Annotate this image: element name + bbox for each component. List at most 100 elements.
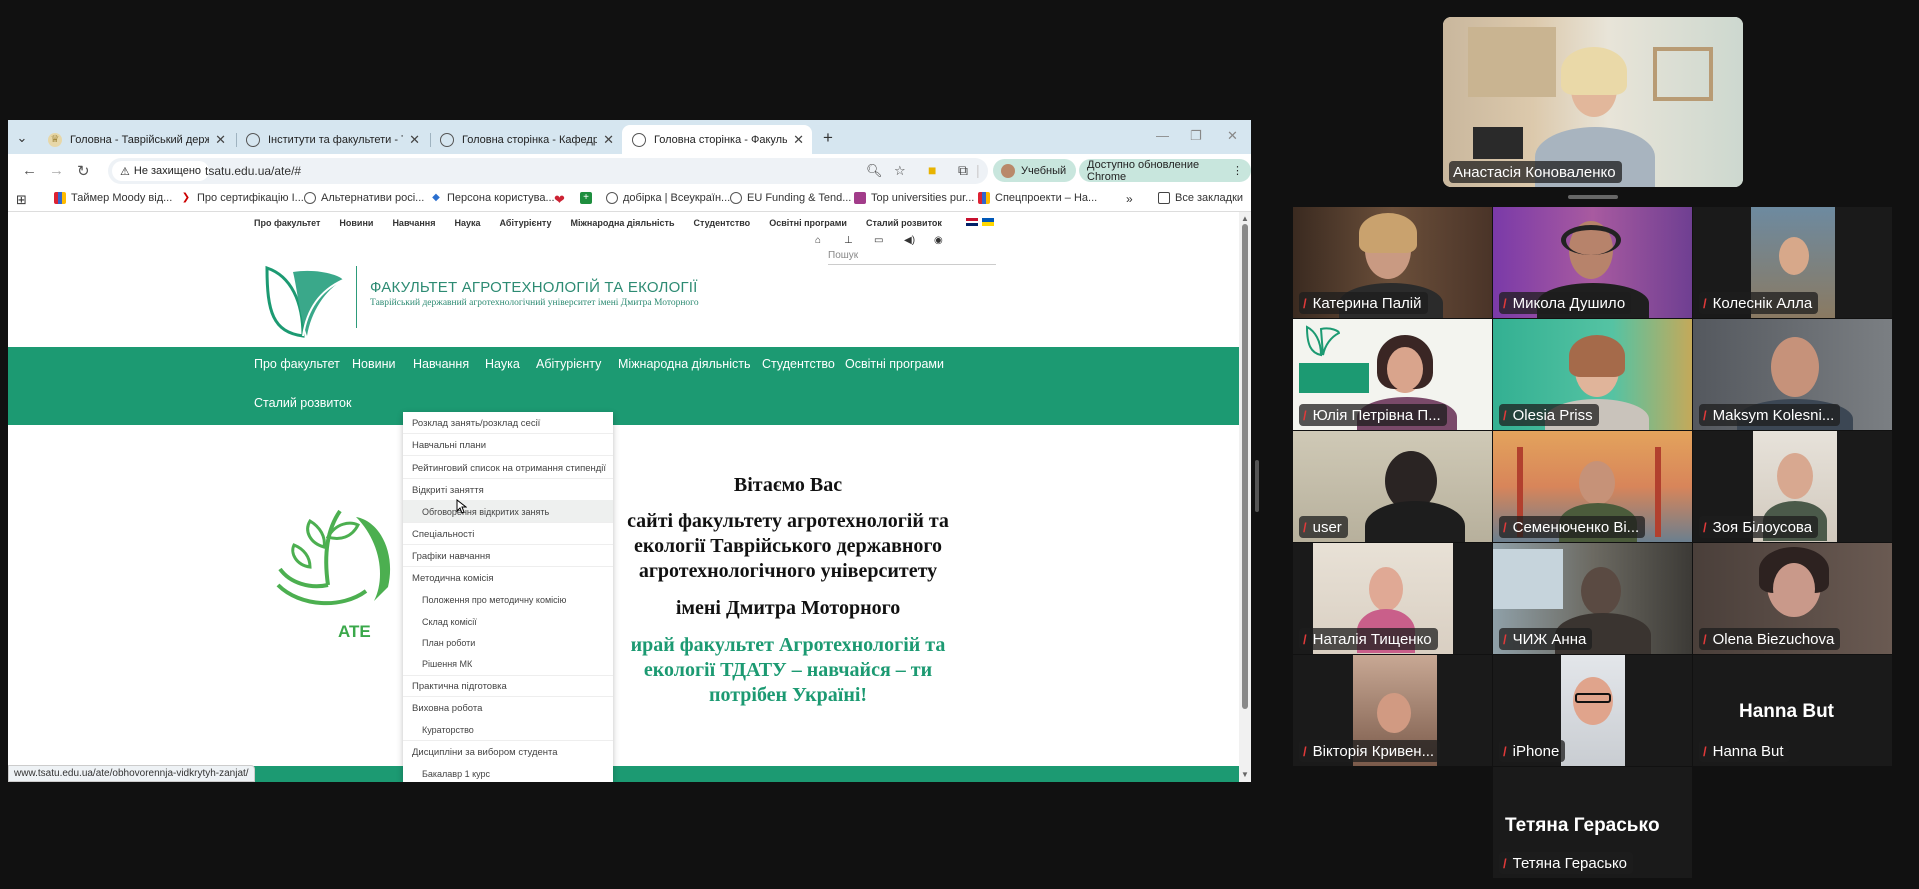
extensions-puzzle-icon[interactable]: ⧉ <box>958 162 968 179</box>
top-nav-item[interactable]: Навчання <box>392 218 435 228</box>
main-nav-item[interactable]: Про факультет <box>254 357 340 371</box>
main-nav-item[interactable]: Абітурієнту <box>536 357 601 371</box>
new-tab-icon[interactable]: + <box>818 128 838 148</box>
participant-tile[interactable]: / Катерина Палій <box>1293 207 1492 318</box>
bookmark-item[interactable]: Top universities pur... <box>854 192 974 204</box>
scroll-up-icon[interactable]: ▲ <box>1241 214 1249 223</box>
eye-icon[interactable]: ◉ <box>934 235 943 246</box>
zoom-icon[interactable]: 🔍︎ <box>866 163 883 179</box>
main-nav-item[interactable]: Наука <box>485 357 520 371</box>
dropdown-subitem[interactable]: Бакалавр 1 курс <box>422 769 490 779</box>
participant-tile[interactable]: / ЧИЖ Анна <box>1493 543 1692 654</box>
participant-tile[interactable]: / Вікторія Кривен... <box>1293 655 1492 766</box>
dropdown-item[interactable]: Спеціальності <box>412 529 474 540</box>
bookmark-item[interactable]: Альтернативи росі... <box>304 192 424 204</box>
browser-tab[interactable]: Інститути та факультети - Тавр ✕ <box>236 125 428 154</box>
bookmark-star-icon[interactable]: ☆ <box>894 163 906 179</box>
browser-tab-active[interactable]: Головна сторінка - Факульте ✕ <box>622 125 812 154</box>
close-tab-icon[interactable]: ✕ <box>215 132 226 148</box>
main-nav-item[interactable]: Сталий розвиток <box>254 396 351 410</box>
close-tab-icon[interactable]: ✕ <box>793 132 804 148</box>
top-nav-item[interactable]: Міжнародна діяльність <box>571 218 675 228</box>
dropdown-item[interactable]: Навчальні плани <box>412 440 486 451</box>
scroll-thumb[interactable] <box>1242 224 1248 709</box>
dropdown-subitem[interactable]: Рішення МК <box>422 659 472 669</box>
ukrainian-flag-icon[interactable] <box>982 218 994 226</box>
participant-tile[interactable]: / Юлія Петрівна П... <box>1293 319 1492 430</box>
english-flag-icon[interactable] <box>966 218 978 226</box>
bookmark-item[interactable]: ❯ Про сертифікацію І... <box>180 192 304 204</box>
minimize-icon[interactable]: — <box>1156 128 1169 143</box>
dropdown-subitem[interactable]: Склад комісії <box>422 617 477 627</box>
dropdown-item[interactable]: Розклад занять/розклад сесії <box>412 418 540 429</box>
dropdown-item[interactable]: Рейтинговий список на отримання стипенді… <box>412 463 606 474</box>
top-nav-item[interactable]: Сталий розвиток <box>866 218 942 228</box>
update-chrome-button[interactable]: Доступно обновление Chrome ⋮ <box>1079 159 1251 183</box>
scroll-down-icon[interactable]: ▼ <box>1241 770 1249 779</box>
participant-tile[interactable]: / Наталія Тищенко <box>1293 543 1492 654</box>
top-nav-item[interactable]: Про факультет <box>254 218 320 228</box>
close-window-icon[interactable]: ✕ <box>1227 128 1238 144</box>
participant-tile[interactable]: / Olesia Priss <box>1493 319 1692 430</box>
participant-tile[interactable]: / iPhone <box>1493 655 1692 766</box>
main-nav-item[interactable]: Міжнародна діяльність <box>618 357 750 371</box>
resize-grip[interactable] <box>1568 195 1618 199</box>
page-scrollbar[interactable]: ▲ ▼ <box>1239 212 1251 782</box>
close-tab-icon[interactable]: ✕ <box>603 132 614 148</box>
participant-tile[interactable]: / Зоя Білоусова <box>1693 431 1892 542</box>
sitemap-icon[interactable]: ⊥ <box>844 235 853 246</box>
profile-button[interactable]: Учебный <box>993 159 1077 182</box>
bookmark-item[interactable]: Таймер Moody від... <box>54 192 172 204</box>
main-nav-item-active[interactable]: Навчання <box>413 357 469 371</box>
main-nav-item[interactable]: Студентство <box>762 357 835 371</box>
dropdown-item[interactable]: Методична комісія <box>412 573 493 584</box>
browser-tab[interactable]: ♕ Головна - Таврійський держа ✕ <box>38 125 234 154</box>
bookmark-item[interactable]: EU Funding & Tend... <box>730 192 851 204</box>
dropdown-item[interactable]: Практична підготовка <box>412 681 507 692</box>
close-tab-icon[interactable]: ✕ <box>409 132 420 148</box>
top-nav-item[interactable]: Новини <box>339 218 373 228</box>
back-icon[interactable]: ← <box>22 162 37 179</box>
dropdown-item[interactable]: Відкриті заняття <box>412 485 484 496</box>
forward-icon[interactable]: → <box>49 162 64 179</box>
participant-tile[interactable]: / user <box>1293 431 1492 542</box>
top-nav-item[interactable]: Освітні програми <box>769 218 847 228</box>
main-nav-item[interactable]: Новини <box>352 357 396 371</box>
apps-grid-icon[interactable]: ⊞ <box>16 192 27 208</box>
dropdown-item[interactable]: Графіки навчання <box>412 551 490 562</box>
site-search-input[interactable]: Пошук <box>828 250 996 265</box>
participant-tile[interactable]: Hanna But / Hanna But <box>1693 655 1892 766</box>
home-icon[interactable]: ⌂ <box>815 235 821 246</box>
monitor-icon[interactable]: ▭ <box>874 235 883 246</box>
all-bookmarks[interactable]: Все закладки <box>1158 192 1243 204</box>
top-nav-item[interactable]: Наука <box>455 218 481 228</box>
sound-icon[interactable]: ◀) <box>904 235 915 246</box>
top-nav-item[interactable]: Студентство <box>694 218 751 228</box>
heart-bookmark-icon[interactable]: ❤ <box>554 192 565 208</box>
tab-search-icon[interactable]: ⌄ <box>12 128 32 148</box>
participant-tile[interactable]: / Микола Душило <box>1493 207 1692 318</box>
participant-tile[interactable]: / Olena Biezuchova <box>1693 543 1892 654</box>
active-speaker-tile[interactable]: Анастасія Коноваленко <box>1443 17 1743 187</box>
bookmark-item[interactable]: ◆ Персона користува... <box>430 192 554 204</box>
address-bar[interactable]: ⚠ Не захищено tsatu.edu.ua/ate/# 🔍︎ ☆ <box>108 158 988 184</box>
bookmark-item[interactable]: + <box>580 192 597 204</box>
reload-icon[interactable]: ↻ <box>77 162 90 180</box>
participant-tile[interactable]: / Семенюченко Ві... <box>1493 431 1692 542</box>
bookmark-item[interactable]: Спецпроекти – На... <box>978 192 1097 204</box>
extension-icon[interactable]: ■ <box>928 162 936 178</box>
dropdown-subitem-hovered[interactable]: Обговорення відкритих занять <box>422 507 549 517</box>
dropdown-subitem[interactable]: План роботи <box>422 638 475 648</box>
dropdown-subitem[interactable]: Положення про методичну комісію <box>422 595 566 605</box>
main-nav-item[interactable]: Освітні програми <box>845 357 944 371</box>
participant-tile[interactable]: / Колеснік Алла <box>1693 207 1892 318</box>
dropdown-item[interactable]: Виховна робота <box>412 703 482 714</box>
participant-tile[interactable]: Тетяна Гераськo / Тетяна Гераськo <box>1493 767 1692 878</box>
participant-tile[interactable]: / Maksym Kolesni... <box>1693 319 1892 430</box>
dropdown-subitem[interactable]: Кураторство <box>422 725 474 735</box>
top-nav-item[interactable]: Абітурієнту <box>500 218 552 228</box>
browser-tab[interactable]: Головна сторінка - Кафедра х ✕ <box>430 125 622 154</box>
bookmark-item[interactable]: добірка | Всеукраїн... <box>606 192 730 204</box>
kebab-menu-icon[interactable]: ⋮ <box>1232 164 1243 177</box>
dropdown-item[interactable]: Дисципліни за вибором студента <box>412 747 558 758</box>
